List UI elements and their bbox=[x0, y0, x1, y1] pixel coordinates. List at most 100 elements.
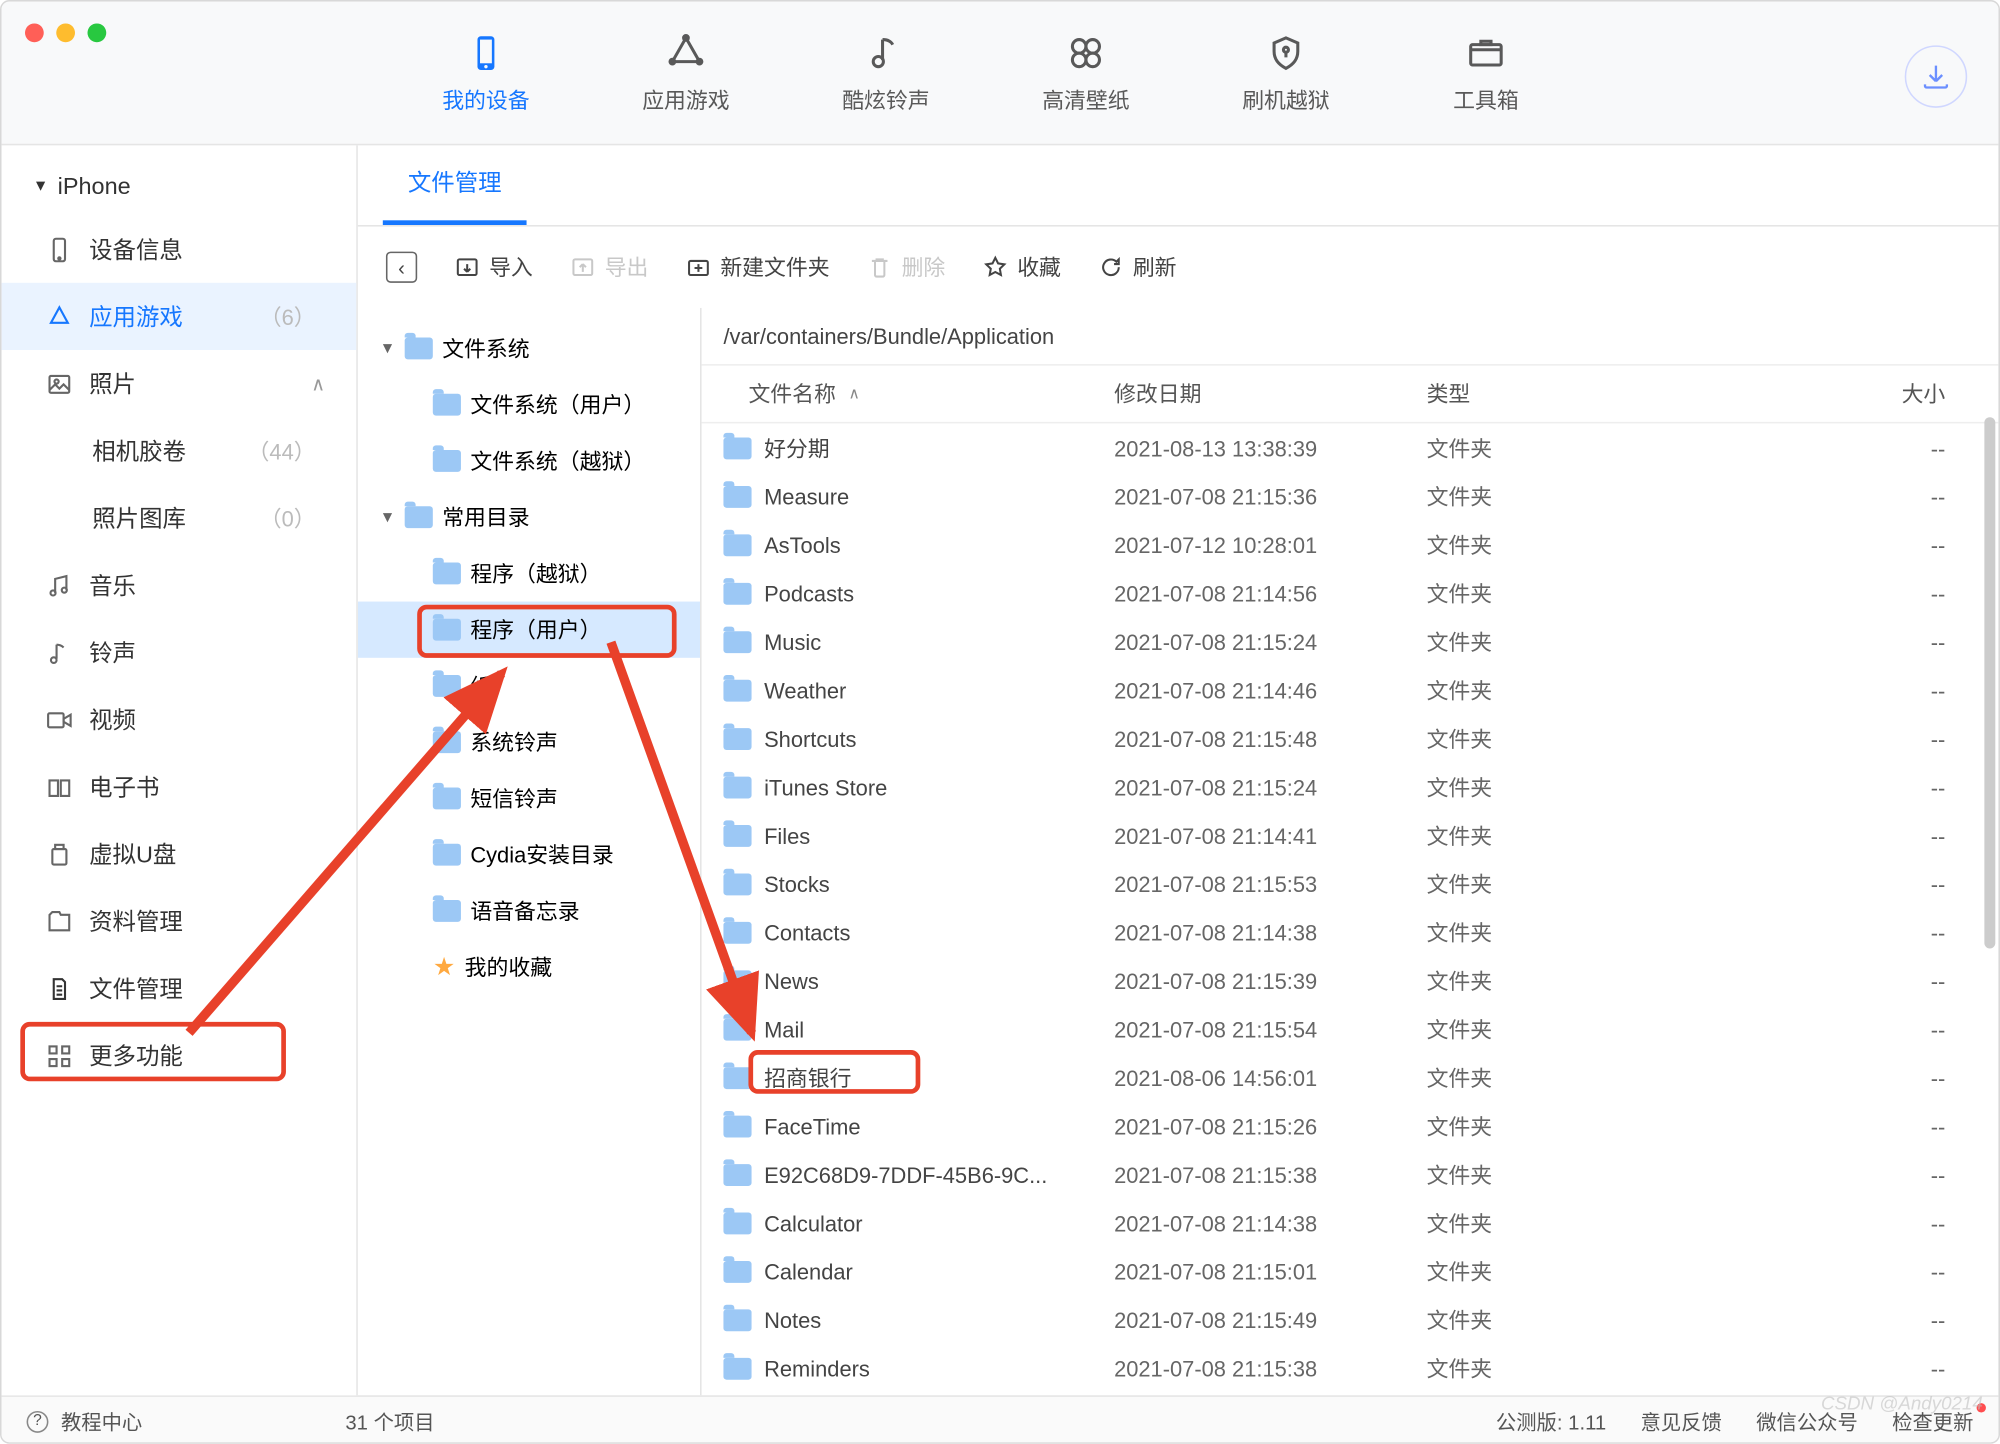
import-button[interactable]: 导入 bbox=[455, 252, 533, 283]
sidebar-count: （44） bbox=[248, 435, 316, 466]
sidebar-item-2[interactable]: 照片∧ bbox=[2, 350, 357, 417]
tree-item-1[interactable]: 文件系统（用户） bbox=[358, 377, 700, 433]
file-type: 文件夹 bbox=[1427, 1013, 1740, 1044]
tree-item-8[interactable]: 短信铃声 bbox=[358, 770, 700, 826]
topnav-item-5[interactable]: 工具箱 bbox=[1439, 30, 1533, 114]
file-row[interactable]: AsTools2021-07-12 10:28:01文件夹-- bbox=[702, 520, 1999, 568]
folder-icon bbox=[433, 731, 461, 753]
tree-item-10[interactable]: 语音备忘录 bbox=[358, 883, 700, 939]
chevron-up-icon[interactable]: ∧ bbox=[311, 373, 325, 395]
file-row[interactable]: Podcasts2021-07-08 21:14:56文件夹-- bbox=[702, 569, 1999, 617]
file-list-header: 文件名称 ∧ 修改日期 类型 大小 bbox=[702, 366, 1999, 424]
col-type[interactable]: 类型 bbox=[1427, 378, 1740, 409]
file-type: 文件夹 bbox=[1427, 1207, 1740, 1238]
file-row[interactable]: E92C68D9-7DDF-45B6-9C...2021-07-08 21:15… bbox=[702, 1150, 1999, 1198]
maximize-icon[interactable] bbox=[88, 23, 107, 42]
topnav-item-1[interactable]: 应用游戏 bbox=[639, 30, 733, 114]
sidebar-item-4[interactable]: 照片图库（0） bbox=[2, 484, 357, 551]
new-folder-button[interactable]: 新建文件夹 bbox=[686, 252, 830, 283]
folder-icon bbox=[433, 900, 461, 922]
file-row[interactable]: Contacts2021-07-08 21:14:38文件夹-- bbox=[702, 908, 1999, 956]
help-icon[interactable]: ? bbox=[27, 1410, 49, 1432]
folder-icon bbox=[433, 619, 461, 641]
refresh-button[interactable]: 刷新 bbox=[1098, 252, 1176, 283]
file-row[interactable]: Calendar2021-07-08 21:15:01文件夹-- bbox=[702, 1247, 1999, 1295]
col-date[interactable]: 修改日期 bbox=[1114, 378, 1427, 409]
file-name: Reminders bbox=[764, 1355, 870, 1380]
sidebar-item-3[interactable]: 相机胶卷（44） bbox=[2, 417, 357, 484]
col-size[interactable]: 大小 bbox=[1739, 378, 1977, 409]
tree-item-0[interactable]: ▼文件系统 bbox=[358, 320, 700, 376]
file-name: News bbox=[764, 968, 819, 993]
tree-label: 我的收藏 bbox=[465, 952, 553, 983]
file-row[interactable]: Files2021-07-08 21:14:41文件夹-- bbox=[702, 811, 1999, 859]
file-date: 2021-07-12 10:28:01 bbox=[1114, 532, 1427, 557]
download-button[interactable] bbox=[1905, 45, 1968, 108]
folder-icon bbox=[723, 1212, 751, 1234]
file-size: -- bbox=[1739, 484, 1977, 509]
sidebar-item-0[interactable]: 设备信息 bbox=[2, 216, 357, 283]
topnav-icon bbox=[1064, 30, 1108, 74]
tab-file-manage[interactable]: 文件管理 bbox=[383, 144, 527, 225]
file-date: 2021-08-06 14:56:01 bbox=[1114, 1065, 1427, 1090]
file-row[interactable]: Weather2021-07-08 21:14:46文件夹-- bbox=[702, 666, 1999, 714]
tree-item-7[interactable]: 系统铃声 bbox=[358, 714, 700, 770]
file-type: 文件夹 bbox=[1427, 626, 1740, 657]
caret-icon: ▼ bbox=[380, 509, 396, 526]
tree-item-6[interactable]: 纸 bbox=[358, 658, 700, 714]
back-button[interactable]: ‹ bbox=[386, 252, 417, 283]
sidebar-header[interactable]: ▼ iPhone bbox=[2, 158, 357, 216]
tree-label: 文件系统 bbox=[442, 333, 530, 364]
sidebar-item-5[interactable]: 音乐 bbox=[2, 552, 357, 619]
tree-item-4[interactable]: 程序（越狱） bbox=[358, 545, 700, 601]
file-row[interactable]: Mail2021-07-08 21:15:54文件夹-- bbox=[702, 1005, 1999, 1053]
tree-item-9[interactable]: Cydia安装目录 bbox=[358, 827, 700, 883]
file-name: 招商银行 bbox=[764, 1062, 852, 1093]
file-row[interactable]: 招商银行2021-08-06 14:56:01文件夹-- bbox=[702, 1053, 1999, 1101]
breadcrumb: /var/containers/Bundle/Application bbox=[702, 308, 1999, 366]
file-row[interactable]: iTunes Store2021-07-08 21:15:24文件夹-- bbox=[702, 763, 1999, 811]
sidebar-item-12[interactable]: 更多功能 bbox=[2, 1022, 357, 1089]
minimize-icon[interactable] bbox=[56, 23, 75, 42]
file-row[interactable]: Stocks2021-07-08 21:15:53文件夹-- bbox=[702, 859, 1999, 907]
tree-item-11[interactable]: ★我的收藏 bbox=[358, 939, 700, 995]
topnav-item-0[interactable]: 我的设备 bbox=[439, 30, 533, 114]
topnav-item-2[interactable]: 酷炫铃声 bbox=[839, 30, 933, 114]
file-row[interactable]: News2021-07-08 21:15:39文件夹-- bbox=[702, 956, 1999, 1004]
file-row[interactable]: 好分期2021-08-13 13:38:39文件夹-- bbox=[702, 423, 1999, 471]
sidebar-label: 电子书 bbox=[89, 770, 159, 803]
folder-icon bbox=[723, 630, 751, 652]
close-icon[interactable] bbox=[25, 23, 44, 42]
sidebar-item-7[interactable]: 视频 bbox=[2, 686, 357, 753]
sidebar-item-6[interactable]: 铃声 bbox=[2, 619, 357, 686]
file-row[interactable]: FaceTime2021-07-08 21:15:26文件夹-- bbox=[702, 1102, 1999, 1150]
sidebar-item-10[interactable]: 资料管理 bbox=[2, 888, 357, 955]
file-row[interactable]: Shortcuts2021-07-08 21:15:48文件夹-- bbox=[702, 714, 1999, 762]
tree-item-5[interactable]: 程序（用户） bbox=[358, 602, 700, 658]
feedback-link[interactable]: 意见反馈 bbox=[1641, 1406, 1722, 1436]
favorite-button[interactable]: 收藏 bbox=[983, 252, 1061, 283]
topnav-item-3[interactable]: 高清壁纸 bbox=[1039, 30, 1133, 114]
sort-asc-icon[interactable]: ∧ bbox=[848, 385, 859, 402]
file-row[interactable]: Calculator2021-07-08 21:14:38文件夹-- bbox=[702, 1198, 1999, 1246]
scrollbar-thumb[interactable] bbox=[1984, 423, 1995, 948]
tree-item-3[interactable]: ▼常用目录 bbox=[358, 489, 700, 545]
sidebar-item-1[interactable]: 应用游戏（6） bbox=[2, 283, 357, 350]
col-name[interactable]: 文件名称 bbox=[748, 378, 836, 409]
topnav-item-4[interactable]: 刷机越狱 bbox=[1239, 30, 1333, 114]
file-row[interactable]: Reminders2021-07-08 21:15:38文件夹-- bbox=[702, 1344, 1999, 1392]
folder-icon bbox=[433, 844, 461, 866]
file-name: Weather bbox=[764, 677, 846, 702]
sidebar-item-8[interactable]: 电子书 bbox=[2, 753, 357, 820]
statusbar: ? 教程中心 31 个项目 公测版: 1.11 意见反馈 微信公众号 检查更新 bbox=[2, 1395, 1999, 1443]
file-row[interactable]: Notes2021-07-08 21:15:49文件夹-- bbox=[702, 1295, 1999, 1343]
help-center-link[interactable]: 教程中心 bbox=[61, 1406, 142, 1436]
file-row[interactable]: Music2021-07-08 21:15:24文件夹-- bbox=[702, 617, 1999, 665]
sidebar-item-9[interactable]: 虚拟U盘 bbox=[2, 820, 357, 887]
sidebar-item-11[interactable]: 文件管理 bbox=[2, 955, 357, 1022]
sidebar-label: 更多功能 bbox=[89, 1039, 183, 1072]
file-row[interactable]: Measure2021-07-08 21:15:36文件夹-- bbox=[702, 472, 1999, 520]
file-size: -- bbox=[1739, 1065, 1977, 1090]
tree-item-2[interactable]: 文件系统（越狱） bbox=[358, 433, 700, 489]
sidebar-icon bbox=[45, 235, 73, 263]
